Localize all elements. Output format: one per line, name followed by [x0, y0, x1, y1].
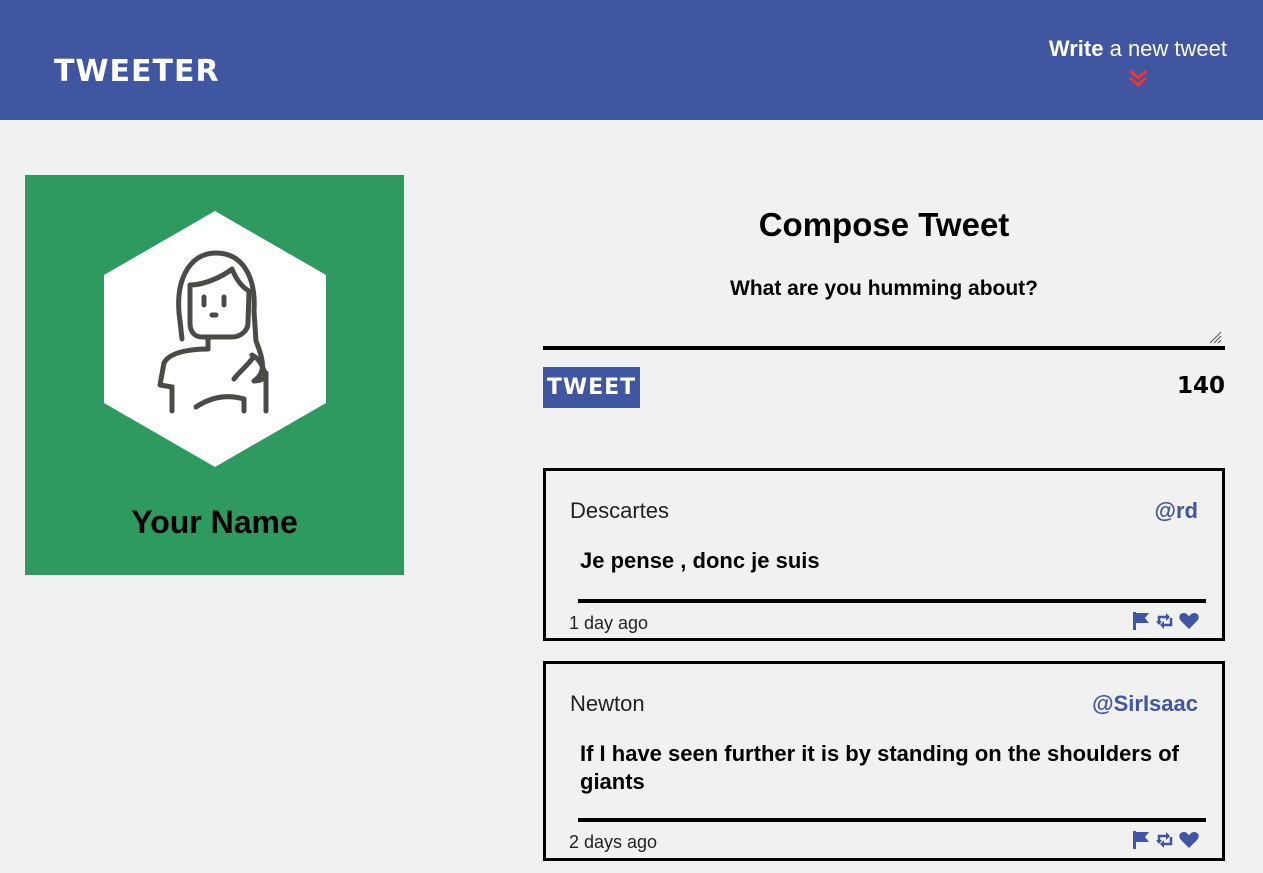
avatar — [104, 211, 326, 467]
tweet-card: Descartes @rd Je pense , donc je suis 1 … — [543, 468, 1225, 641]
tweet-text: If I have seen further it is by standing… — [580, 741, 1179, 794]
resize-grip-icon[interactable] — [1208, 330, 1222, 344]
tweet-timestamp: 2 days ago — [569, 832, 658, 852]
profile-name: Your Name — [131, 504, 298, 540]
compose-prompt: What are you humming about? — [730, 277, 1038, 300]
tweet-author-name: Descartes — [570, 498, 670, 523]
top-nav: TWEETER Write a new tweet — [0, 0, 1263, 120]
tweet-author-handle: @rd — [1154, 498, 1198, 523]
tweet-text: Je pense , donc je suis — [580, 548, 820, 573]
compose-title: Compose Tweet — [758, 206, 1010, 243]
profile-card: Your Name — [25, 175, 404, 575]
retweet-icon[interactable] — [1154, 610, 1176, 632]
tweet-submit-button[interactable]: TWEET — [543, 367, 640, 408]
tweet-card: Newton @SirIsaac If I have seen further … — [543, 661, 1225, 861]
tweet-author-name: Newton — [570, 691, 645, 716]
flag-icon[interactable] — [1130, 610, 1152, 632]
write-link-rest: a new tweet — [1103, 36, 1227, 61]
write-link-bold: Write — [1048, 36, 1104, 61]
heart-icon[interactable] — [1178, 610, 1200, 632]
tweet-author-handle: @SirIsaac — [1092, 691, 1198, 716]
retweet-icon[interactable] — [1154, 829, 1176, 851]
tweet-actions — [1130, 829, 1200, 851]
tweet-divider — [578, 599, 1206, 603]
tweet-textarea[interactable] — [543, 306, 1225, 350]
brand-logo[interactable]: TWEETER — [54, 54, 220, 90]
character-counter: 140 — [1176, 373, 1225, 399]
tweet-timestamp: 1 day ago — [569, 613, 649, 633]
tweet-divider — [578, 818, 1206, 822]
flag-icon[interactable] — [1130, 829, 1152, 851]
heart-icon[interactable] — [1178, 829, 1200, 851]
double-chevron-down-icon[interactable] — [1127, 68, 1149, 88]
write-new-tweet-link[interactable]: Write a new tweet — [1048, 36, 1227, 87]
tweet-actions — [1130, 610, 1200, 632]
